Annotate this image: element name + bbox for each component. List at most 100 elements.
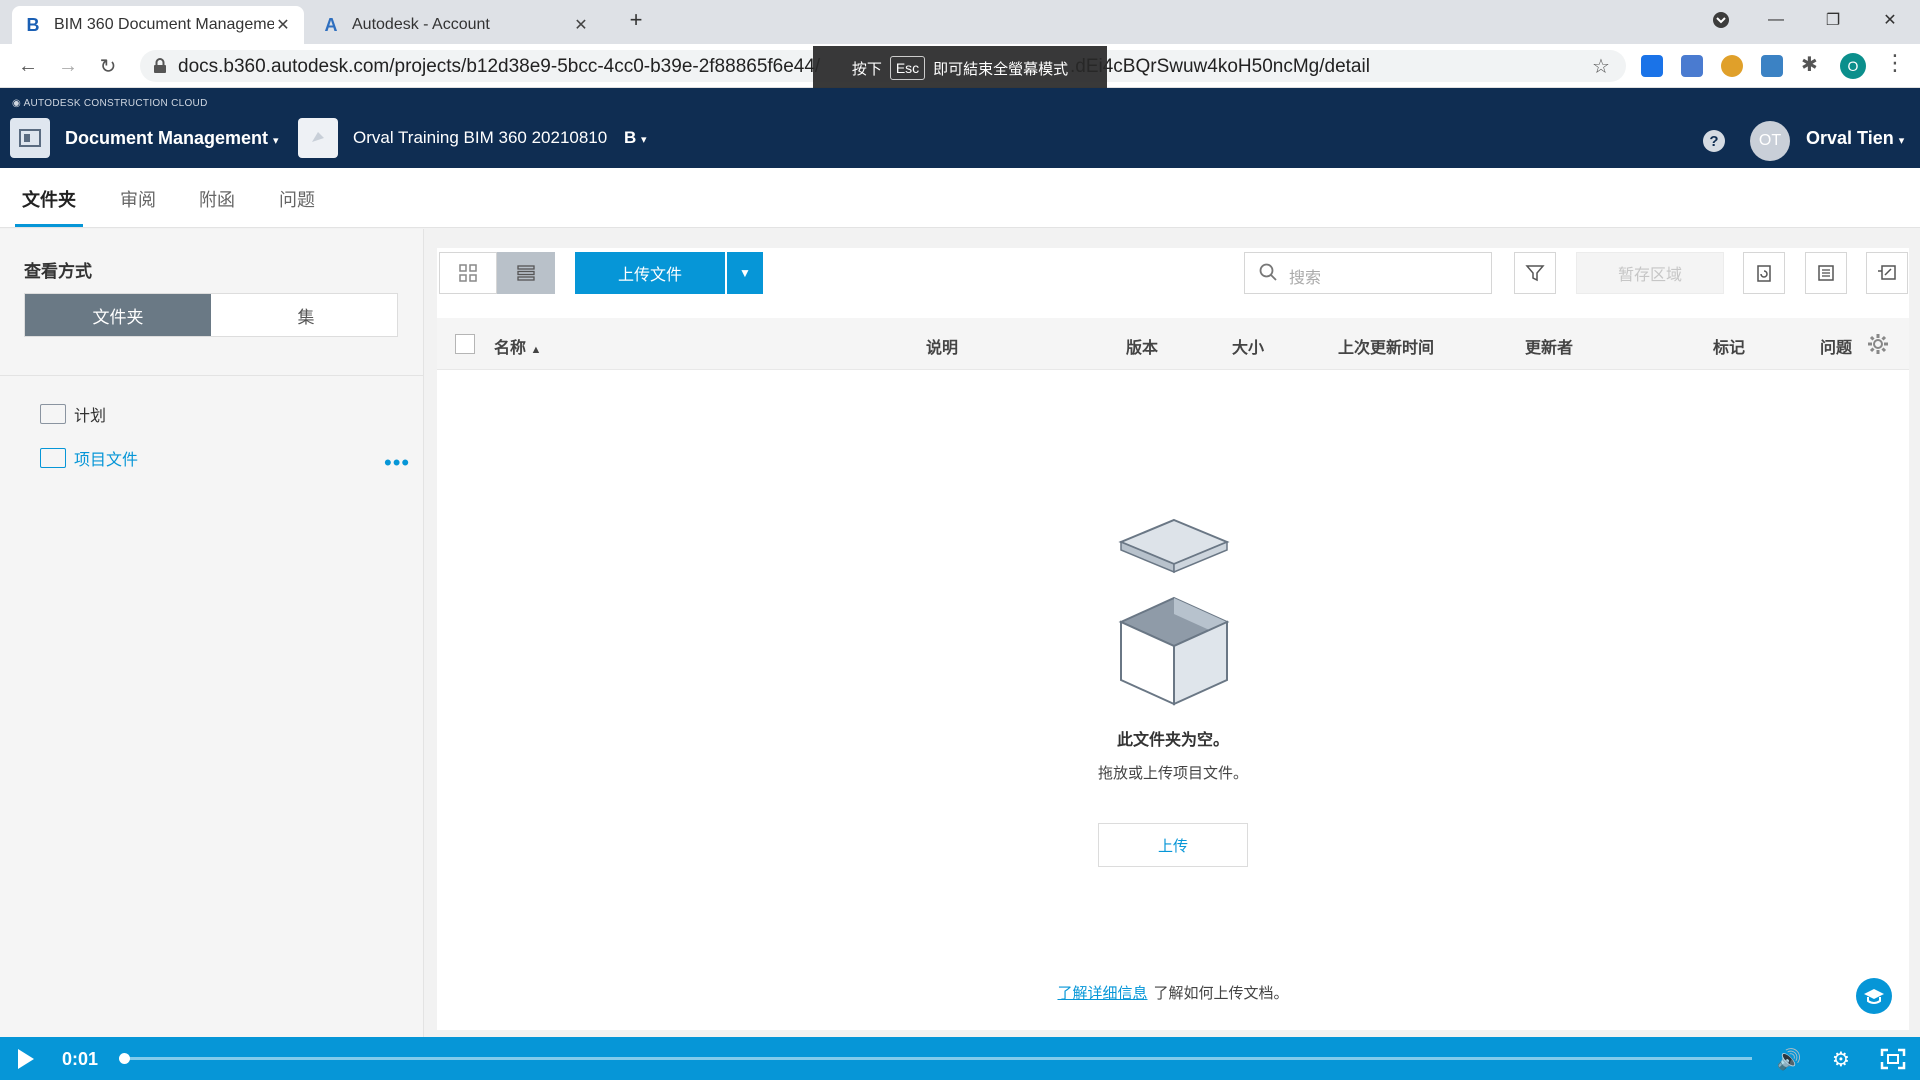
search-input[interactable]: 搜索 (1244, 252, 1492, 294)
chevron-down-icon: ▼ (739, 266, 751, 280)
sort-ascending-icon: ▲ (530, 344, 542, 356)
browser-tab-strip: B BIM 360 Document Manageme ✕ A Autodesk… (0, 0, 1920, 44)
search-placeholder: 搜索 (1289, 270, 1322, 287)
bim360-favicon-icon: B (26, 14, 40, 35)
select-all-checkbox[interactable] (455, 334, 475, 354)
minimize-icon[interactable]: — (1756, 6, 1796, 34)
file-list-panel: 上传文件 ▼ 搜索 暂存区域 名称 ▲ 说明 版本 大小 上次更新时间 更新者 … (437, 248, 1909, 1030)
upload-files-button[interactable]: 上传文件 (575, 252, 725, 294)
module-icon[interactable] (10, 118, 50, 158)
play-icon[interactable] (18, 1049, 34, 1069)
folder-sidebar: 查看方式 文件夹 集 计划 项目文件 ••• (0, 229, 424, 1037)
close-window-icon[interactable]: ✕ (1870, 6, 1910, 34)
open-external-icon (1878, 265, 1896, 280)
module-selector[interactable]: Document Management ▾ (65, 128, 279, 149)
open-in-new-button[interactable] (1866, 252, 1908, 294)
column-settings-icon[interactable] (1867, 333, 1889, 355)
export-button[interactable] (1743, 252, 1785, 294)
column-updated-by-header[interactable]: 更新者 (1525, 334, 1573, 358)
empty-box-icon (1118, 518, 1230, 706)
forward-icon[interactable]: → (54, 52, 82, 80)
project-icon[interactable] (298, 118, 338, 158)
url-text-start: docs.b360.autodesk.com/projects/b12d38e9… (178, 56, 821, 77)
upload-dropdown-button[interactable]: ▼ (727, 252, 763, 294)
fullscreen-icon[interactable] (1880, 1047, 1906, 1071)
project-selector[interactable]: Orval Training BIM 360 20210810 B ▾ (353, 128, 647, 148)
view-folders-button[interactable]: 文件夹 (25, 294, 211, 336)
close-tab-icon[interactable]: ✕ (274, 15, 292, 35)
tab-search-icon[interactable] (1701, 6, 1741, 34)
grid-view-button[interactable] (439, 252, 497, 294)
video-progress-track[interactable] (124, 1057, 1752, 1060)
tab-issues[interactable]: 问题 (279, 186, 315, 212)
brand-logo: ◉ AUTODESK CONSTRUCTION CLOUD (12, 98, 208, 109)
reload-icon[interactable]: ↻ (94, 52, 122, 80)
video-progress-handle[interactable] (119, 1053, 130, 1064)
tab-title: BIM 360 Document Manageme (54, 16, 274, 33)
tab-folders[interactable]: 文件夹 (22, 186, 76, 212)
restore-icon[interactable]: ❐ (1813, 6, 1853, 34)
chevron-down-icon: ▾ (640, 134, 647, 146)
details-panel-button[interactable] (1805, 252, 1847, 294)
details-panel-icon (1818, 265, 1834, 281)
user-menu[interactable]: Orval Tien ▾ (1806, 128, 1904, 149)
tab-title: Autodesk - Account (352, 16, 490, 33)
divider (0, 375, 423, 376)
tab-transmittals[interactable]: 附函 (199, 186, 235, 212)
fullscreen-exit-toast: 按下 Esc 即可結束全螢幕模式 (813, 46, 1107, 90)
volume-icon[interactable]: 🔊 (1776, 1047, 1802, 1071)
extension-cast-icon[interactable] (1761, 55, 1783, 77)
filter-button[interactable] (1514, 252, 1556, 294)
translate-extension-icon[interactable] (1681, 55, 1703, 77)
url-text-end: .dEi4cBQrSwuw4koH50ncMg/detail (1070, 56, 1370, 77)
close-tab-icon[interactable]: ✕ (572, 15, 590, 35)
learn-more-link[interactable]: 了解详细信息 (1057, 985, 1147, 1002)
empty-state-subtitle: 拖放或上传项目文件。 (1097, 765, 1248, 782)
staging-area-button[interactable]: 暂存区域 (1576, 252, 1724, 294)
extension-shield-icon[interactable] (1721, 55, 1743, 77)
view-sets-button[interactable]: 集 (213, 294, 399, 336)
list-icon (517, 265, 535, 281)
view-mode-toggle: 文件夹 集 (24, 293, 398, 337)
column-version-header[interactable]: 版本 (1126, 334, 1158, 358)
column-issues-header[interactable]: 问题 (1820, 334, 1852, 358)
column-description-header[interactable]: 说明 (926, 334, 958, 358)
lock-icon (154, 58, 166, 73)
tree-item-plans[interactable]: 计划 (40, 402, 106, 426)
view-mode-label: 查看方式 (24, 262, 92, 281)
new-tab-icon[interactable]: + (616, 6, 656, 34)
tab-reviews[interactable]: 审阅 (120, 186, 156, 212)
video-player-controls: 0:01 🔊 ⚙ (0, 1037, 1920, 1080)
extensions-puzzle-icon[interactable]: ✱ (1801, 52, 1823, 76)
project-files-folder-icon (40, 448, 66, 468)
extension-1-icon[interactable] (1641, 55, 1663, 77)
learn-more-text: 了解如何上传文档。 (1153, 985, 1289, 1002)
column-name-header[interactable]: 名称 ▲ (494, 334, 541, 358)
bookmark-star-icon[interactable]: ☆ (1592, 54, 1610, 79)
profile-avatar[interactable]: O (1840, 53, 1866, 79)
tree-item-label: 计划 (74, 408, 107, 425)
tree-item-project-files[interactable]: 项目文件 (40, 446, 138, 470)
more-options-icon[interactable]: ••• (384, 450, 410, 476)
autodesk-favicon-icon: A (324, 14, 338, 35)
export-icon (1757, 265, 1771, 282)
graduation-cap-icon (1864, 989, 1884, 1004)
browser-menu-icon[interactable]: ⋮ (1884, 50, 1906, 75)
column-markups-header[interactable]: 标记 (1713, 334, 1745, 358)
column-size-header[interactable]: 大小 (1232, 334, 1264, 358)
column-updated-header[interactable]: 上次更新时间 (1338, 334, 1434, 358)
video-settings-icon[interactable]: ⚙ (1828, 1047, 1854, 1071)
empty-state-title: 此文件夹为空。 (1116, 732, 1229, 749)
browser-tab-bim360[interactable]: B BIM 360 Document Manageme ✕ (12, 6, 304, 44)
search-icon (1259, 263, 1277, 281)
browser-tab-autodesk-account[interactable]: A Autodesk - Account ✕ (310, 6, 602, 44)
empty-state-upload-button[interactable]: 上传 (1098, 823, 1248, 867)
learning-panel-button[interactable] (1856, 978, 1892, 1014)
user-avatar[interactable]: OT (1750, 121, 1790, 161)
back-icon[interactable]: ← (14, 52, 42, 80)
plans-folder-icon (40, 404, 66, 424)
help-icon[interactable]: ? (1703, 130, 1725, 152)
filter-icon (1525, 265, 1545, 282)
project-badge: B (623, 128, 637, 147)
list-view-button[interactable] (497, 252, 555, 294)
